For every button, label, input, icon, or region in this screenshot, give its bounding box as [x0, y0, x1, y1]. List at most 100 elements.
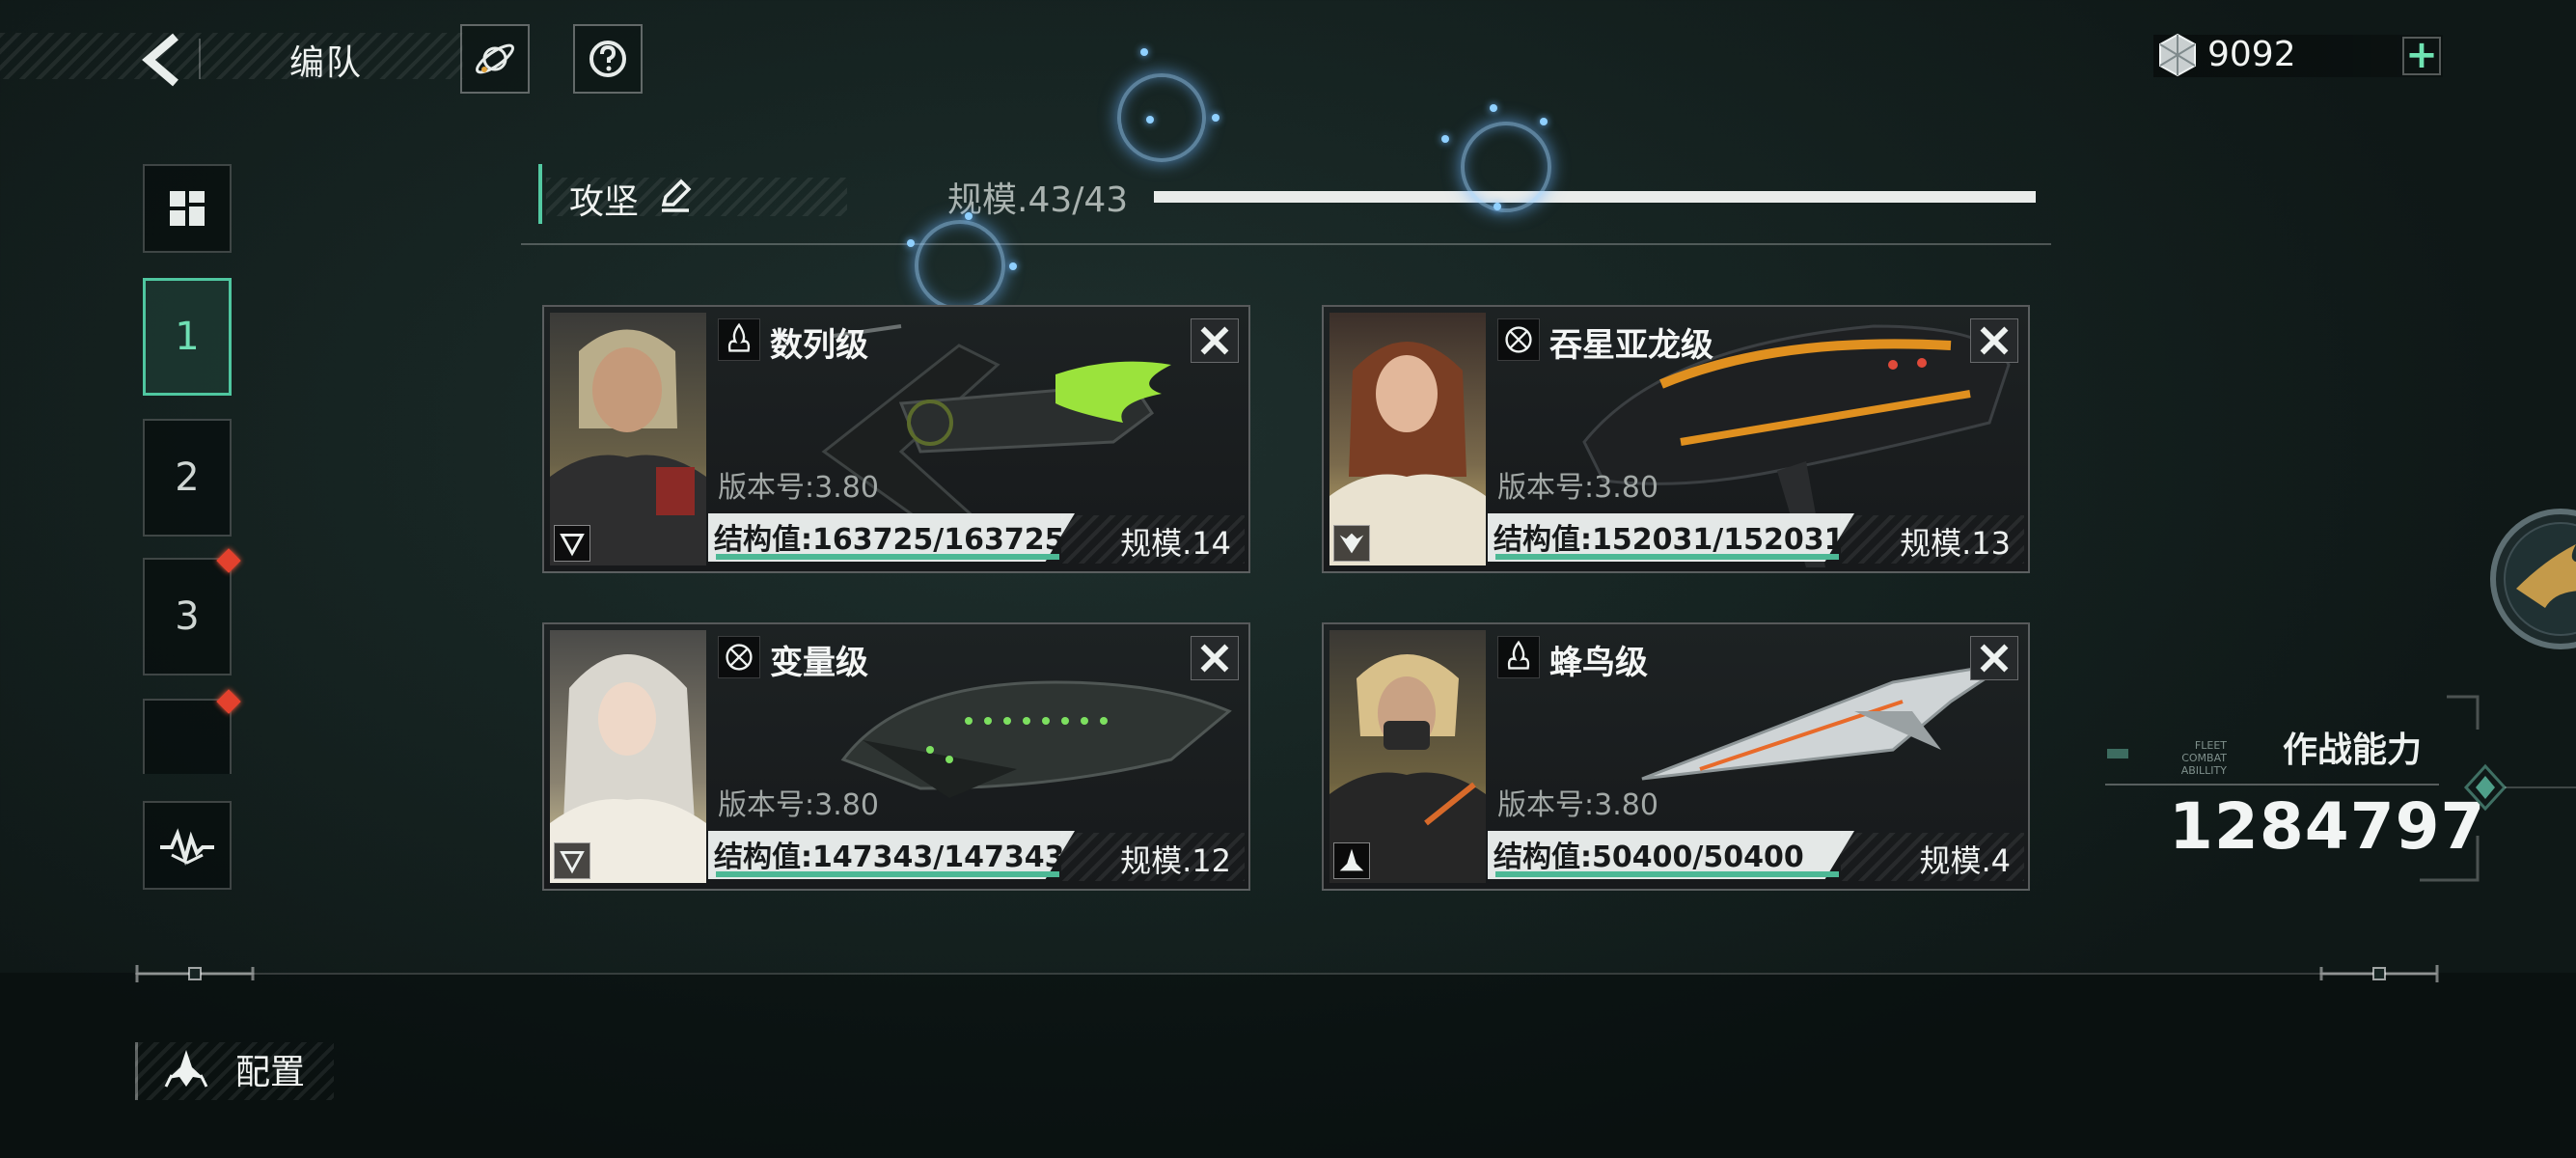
- subtitle-line: FLEET: [2194, 739, 2227, 752]
- ship-card[interactable]: 吞星亚龙级 版本号:3.80 结构值:152031/152031 规模.13: [1322, 305, 2030, 573]
- top-bar-stripe: [0, 33, 463, 79]
- crosshair-icon: [726, 644, 753, 671]
- formation-grid-button[interactable]: [143, 164, 232, 253]
- class-badge: [1333, 525, 1370, 562]
- ship-scale: 规模.4: [1919, 842, 2011, 879]
- fleet-tab-2[interactable]: 2: [143, 419, 232, 537]
- structure-fill: [716, 554, 1059, 560]
- currency-value: 9092: [2207, 35, 2296, 74]
- grid-icon: [170, 191, 205, 226]
- remove-ship-button[interactable]: [1970, 636, 2018, 680]
- ship-scale: 规模.12: [1120, 842, 1231, 879]
- fleet-ships-icon: [160, 1048, 212, 1090]
- config-label: 配置: [235, 1053, 306, 1092]
- spark: [907, 239, 915, 247]
- fleet-tab-4[interactable]: [143, 699, 232, 774]
- divider-cap-left: [135, 963, 255, 984]
- close-icon: [1200, 326, 1229, 355]
- spark: [1146, 116, 1154, 124]
- ship-version: 版本号:3.80: [1497, 788, 1658, 822]
- close-icon: [1980, 644, 2009, 673]
- top-divider: [199, 39, 201, 79]
- ship-name: 数列级: [770, 326, 868, 365]
- ship-name: 蜂鸟级: [1549, 644, 1648, 682]
- spark: [1490, 104, 1497, 112]
- pencil-icon: [661, 179, 692, 212]
- remove-ship-button[interactable]: [1191, 636, 1239, 680]
- spark: [1441, 135, 1449, 143]
- flame-icon: [727, 322, 751, 352]
- bottom-band: [0, 973, 2576, 1158]
- squad-scale-label: 规模.43/43: [947, 180, 1129, 220]
- class-badge: [554, 842, 590, 879]
- edit-squad-name-button[interactable]: [656, 176, 695, 214]
- formation-tactics-button[interactable]: [143, 801, 232, 890]
- wave-emblem-icon: [160, 828, 214, 867]
- ship-type-badge: [1497, 636, 1540, 678]
- ship-version: 版本号:3.80: [718, 471, 879, 505]
- ship-card[interactable]: 数列级 版本号:3.80 结构值:163725/163725 规模.14: [542, 305, 1250, 573]
- planet-button[interactable]: [460, 24, 530, 94]
- phoenix-emblem-button[interactable]: [2478, 502, 2576, 656]
- combat-power-value: 1284797: [2169, 789, 2486, 864]
- structure-value: 结构值:163725/163725: [714, 523, 1065, 557]
- remove-ship-button[interactable]: [1191, 318, 1239, 363]
- ship-name: 变量级: [770, 644, 868, 682]
- structure-fill: [1495, 554, 1839, 560]
- help-button[interactable]: [573, 24, 643, 94]
- ship-card[interactable]: 变量级 版本号:3.80 结构值:147343/147343 规模.12: [542, 622, 1250, 891]
- structure-value: 结构值:50400/50400: [1494, 841, 1804, 874]
- side-pointer-decor: [2460, 758, 2576, 816]
- bottom-divider: [135, 973, 2437, 975]
- class-badge: [1333, 842, 1370, 879]
- triangle-down-icon: [560, 851, 585, 874]
- ship-version: 版本号:3.80: [718, 788, 879, 822]
- subtitle-line: COMBAT ABILLITY: [2180, 752, 2227, 777]
- spark: [1212, 114, 1219, 122]
- ship-version: 版本号:3.80: [1497, 471, 1658, 505]
- squad-name: 攻坚: [569, 182, 640, 222]
- triangle-down-icon: [560, 534, 585, 557]
- squad-accent-bar: [538, 164, 542, 224]
- divider-cap-right: [2319, 963, 2439, 984]
- ship-type-badge: [718, 318, 760, 361]
- wing-emblem-icon: [1339, 533, 1364, 554]
- class-badge: [554, 525, 590, 562]
- crosshair-icon: [1505, 326, 1532, 353]
- ship-type-badge: [718, 636, 760, 678]
- header-divider: [521, 243, 2051, 245]
- energy-orb: [1117, 73, 1206, 162]
- back-button[interactable]: [137, 29, 187, 91]
- energy-orb: [915, 220, 1005, 311]
- flame-icon: [1507, 640, 1530, 670]
- ship-name: 吞星亚龙级: [1549, 326, 1713, 365]
- add-currency-button[interactable]: +: [2402, 36, 2441, 75]
- crystal-gem-icon: [2157, 33, 2198, 77]
- fleet-tab-1[interactable]: 1: [143, 278, 232, 396]
- fighter-icon: [1339, 848, 1364, 871]
- combat-power-subtitle: FLEET COMBAT ABILLITY: [2136, 739, 2227, 777]
- combat-power-title: 作战能力: [2283, 731, 2423, 770]
- phoenix-icon: [2490, 509, 2576, 649]
- remove-ship-button[interactable]: [1970, 318, 2018, 363]
- question-icon: [589, 41, 626, 77]
- spark: [965, 212, 973, 220]
- planet-icon: [476, 43, 514, 74]
- structure-fill: [1495, 871, 1839, 877]
- structure-value: 结构值:147343/147343: [714, 841, 1065, 874]
- page-title: 编队: [289, 43, 364, 83]
- chevron-left-icon: [142, 33, 178, 87]
- close-icon: [1980, 326, 2009, 355]
- close-icon: [1200, 644, 1229, 673]
- spark: [1009, 262, 1017, 270]
- spark: [1540, 118, 1548, 125]
- ship-scale: 规模.13: [1900, 525, 2011, 562]
- ship-type-badge: [1497, 318, 1540, 361]
- structure-value: 结构值:152031/152031: [1494, 523, 1845, 557]
- fleet-tab-3[interactable]: 3: [143, 558, 232, 676]
- spark: [1140, 48, 1148, 56]
- spark: [1494, 203, 1501, 210]
- combat-power-divider: [2105, 784, 2439, 786]
- ship-card[interactable]: 蜂鸟级 版本号:3.80 结构值:50400/50400 规模.4: [1322, 622, 2030, 891]
- energy-orb: [1461, 122, 1551, 212]
